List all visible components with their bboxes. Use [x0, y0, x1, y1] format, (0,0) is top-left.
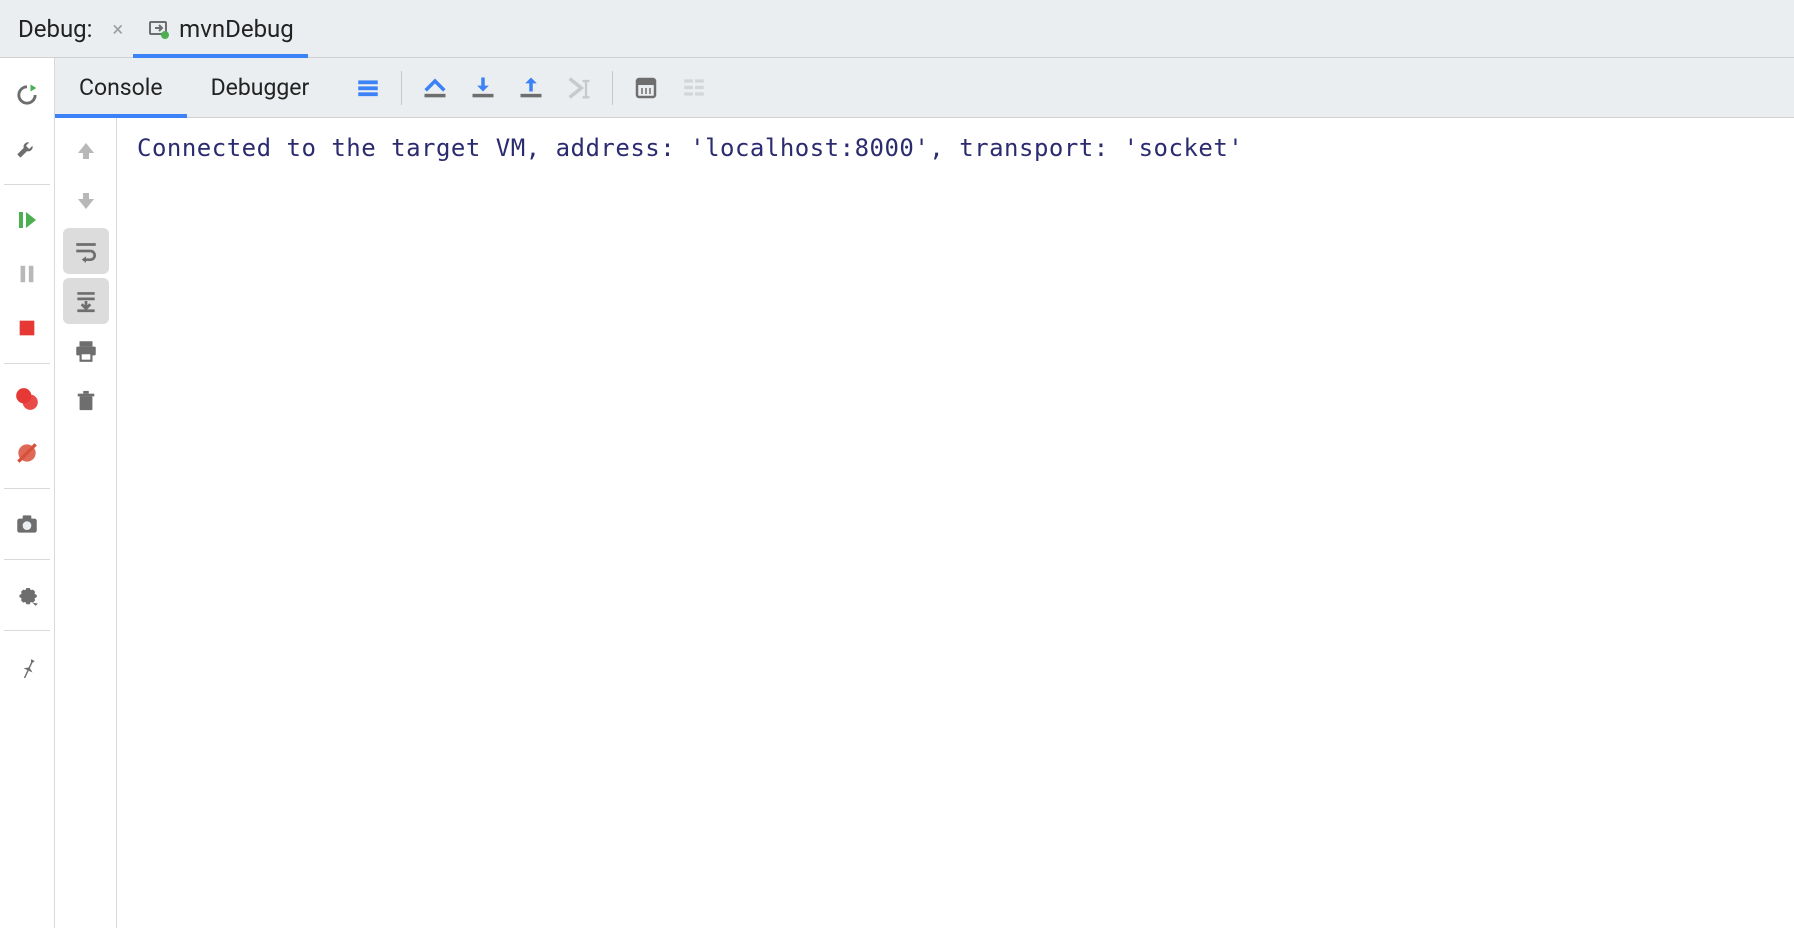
- tab-label: Console: [79, 74, 163, 101]
- down-arrow-icon: [74, 189, 98, 213]
- trash-icon: [75, 388, 97, 414]
- clear-all-button[interactable]: [63, 378, 109, 424]
- separator: [4, 488, 50, 489]
- step-into-button[interactable]: [460, 65, 506, 111]
- evaluate-expression-button[interactable]: [623, 65, 669, 111]
- step-over-icon: [421, 74, 449, 102]
- tab-debugger[interactable]: Debugger: [187, 58, 334, 117]
- gear-icon: [14, 582, 40, 608]
- stop-button[interactable]: [5, 306, 49, 350]
- step-out-button[interactable]: [508, 65, 554, 111]
- run-to-cursor-icon: [565, 74, 593, 102]
- pin-icon: [15, 654, 39, 678]
- panel-title: Debug:: [8, 15, 102, 43]
- step-over-button[interactable]: [412, 65, 458, 111]
- separator: [4, 363, 50, 364]
- rerun-button[interactable]: [5, 73, 49, 117]
- console-line: Connected to the target VM, address: 'lo…: [137, 134, 1243, 162]
- trace-icon: [681, 75, 707, 101]
- print-button[interactable]: [63, 328, 109, 374]
- pause-icon: [16, 263, 38, 285]
- mute-breakpoints-icon: [14, 440, 40, 466]
- thread-dump-button[interactable]: [5, 502, 49, 546]
- mute-breakpoints-button[interactable]: [5, 431, 49, 475]
- console-output[interactable]: Connected to the target VM, address: 'lo…: [117, 118, 1794, 928]
- pin-button[interactable]: [5, 644, 49, 688]
- run-to-cursor-button: [556, 65, 602, 111]
- rerun-icon: [13, 81, 41, 109]
- step-out-icon: [517, 74, 545, 102]
- wrench-icon: [14, 136, 40, 162]
- scroll-to-end-icon: [73, 288, 99, 314]
- breakpoints-icon: [14, 386, 40, 412]
- separator: [4, 559, 50, 560]
- separator: [612, 71, 613, 105]
- resume-button[interactable]: [5, 198, 49, 242]
- soft-wrap-button[interactable]: [63, 228, 109, 274]
- modify-run-config-button[interactable]: [5, 127, 49, 171]
- settings-button[interactable]: [5, 573, 49, 617]
- separator: [401, 71, 402, 105]
- separator: [4, 184, 50, 185]
- view-breakpoints-button[interactable]: [5, 377, 49, 421]
- run-config-icon: [147, 17, 171, 41]
- tab-label: Debugger: [211, 74, 310, 101]
- trace-button: [671, 65, 717, 111]
- run-config-tab[interactable]: mvnDebug: [133, 0, 308, 57]
- step-into-icon: [469, 74, 497, 102]
- debug-tabbar: Console Debugger: [55, 58, 1794, 118]
- soft-wrap-icon: [73, 238, 99, 264]
- debug-toolbar: [333, 58, 717, 117]
- camera-icon: [14, 511, 40, 537]
- show-threads-button[interactable]: [345, 65, 391, 111]
- tab-console[interactable]: Console: [55, 58, 187, 117]
- debug-left-rail: [0, 58, 55, 928]
- debug-panel-header: Debug: × mvnDebug: [0, 0, 1794, 58]
- print-icon: [73, 338, 99, 364]
- up-arrow-icon: [74, 139, 98, 163]
- scroll-up-button[interactable]: [63, 128, 109, 174]
- resume-icon: [15, 208, 39, 232]
- evaluate-icon: [634, 76, 658, 100]
- separator: [4, 630, 50, 631]
- run-config-name: mvnDebug: [179, 15, 294, 43]
- console-toolbar: [55, 118, 117, 928]
- stop-icon: [16, 317, 38, 339]
- scroll-down-button[interactable]: [63, 178, 109, 224]
- threads-icon: [355, 75, 381, 101]
- pause-button[interactable]: [5, 252, 49, 296]
- scroll-to-end-button[interactable]: [63, 278, 109, 324]
- close-icon[interactable]: ×: [102, 17, 133, 41]
